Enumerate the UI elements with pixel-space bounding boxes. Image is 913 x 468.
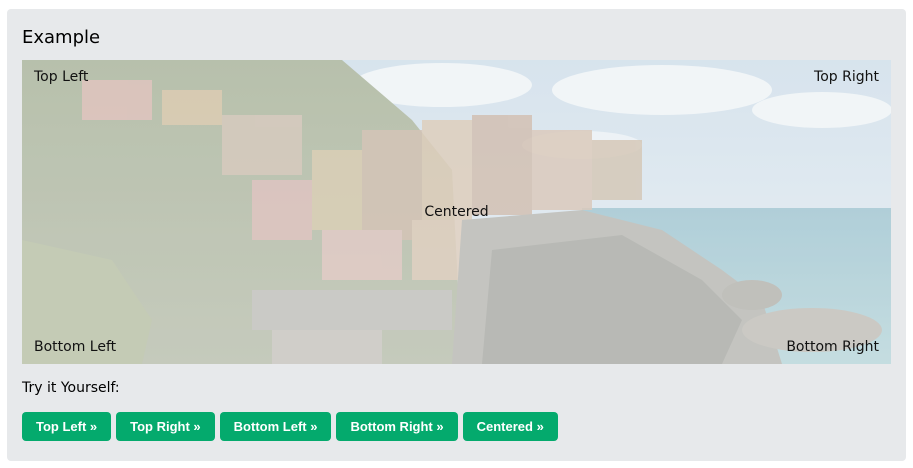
bottom-right-button[interactable]: Bottom Right » — [336, 412, 458, 441]
example-title: Example — [22, 27, 101, 48]
top-right-label: Top Right — [814, 69, 879, 85]
top-left-button[interactable]: Top Left » — [22, 412, 112, 441]
top-right-button[interactable]: Top Right » — [116, 412, 215, 441]
top-left-label: Top Left — [34, 69, 89, 85]
bottom-left-button[interactable]: Bottom Left » — [219, 412, 332, 441]
landscape-image: Top Left Top Right Bottom Left Bottom Ri… — [22, 60, 891, 364]
bottom-left-label: Bottom Left — [34, 339, 117, 355]
centered-button[interactable]: Centered » — [462, 412, 558, 441]
try-it-yourself-label: Try it Yourself: — [22, 380, 120, 396]
try-buttons-row: Top Left » Top Right » Bottom Left » Bot… — [22, 412, 558, 441]
centered-label: Centered — [424, 204, 489, 220]
bottom-right-label: Bottom Right — [786, 339, 879, 355]
